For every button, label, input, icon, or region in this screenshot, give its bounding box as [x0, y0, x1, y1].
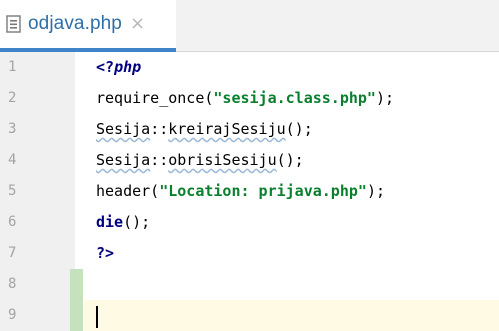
scope-operator: :: [150, 151, 169, 169]
line-number: 1 [8, 59, 17, 75]
tab-label: odjava.php [28, 13, 122, 34]
code-line: 7 ?> [0, 238, 499, 269]
punctuation: (); [285, 120, 313, 138]
close-icon[interactable]: × [130, 15, 145, 33]
string-literal: "Location: prijava.php" [159, 182, 367, 200]
line-number: 6 [8, 214, 17, 230]
scope-operator: :: [150, 120, 169, 138]
code-line: 6 die(); [0, 207, 499, 238]
code-text: Sesija::obrisiSesiju(); [96, 145, 304, 176]
text-cursor [96, 306, 98, 328]
line-number: 2 [8, 90, 17, 106]
line-number: 4 [8, 152, 17, 168]
line-number: 7 [8, 245, 17, 261]
code-text: header("Location: prijava.php"); [96, 176, 385, 207]
method-name: obrisiSesiju [168, 151, 277, 169]
line-number: 8 [8, 276, 17, 292]
code-text: require_once("sesija.class.php"); [96, 83, 394, 114]
punctuation: (); [276, 151, 304, 169]
tab-odjava-php[interactable]: odjava.php × [0, 0, 176, 52]
line-number: 9 [8, 307, 17, 323]
string-literal: "sesija.class.php" [213, 89, 376, 107]
editor-tab-bar: odjava.php × [0, 0, 499, 52]
code-line: 4 Sesija::obrisiSesiju(); [0, 145, 499, 176]
line-number: 5 [8, 183, 17, 199]
function-call: header( [96, 182, 160, 200]
code-text: <?php [96, 52, 141, 83]
code-line: 3 Sesija::kreirajSesiju(); [0, 114, 499, 145]
code-line: 8 [0, 269, 499, 300]
code-text: ?> [96, 238, 114, 269]
line-number: 3 [8, 121, 17, 137]
class-name: Sesija [96, 151, 151, 169]
keyword-die: die [96, 213, 124, 231]
php-open-tag: <? [96, 58, 115, 76]
code-line: 2 require_once("sesija.class.php"); [0, 83, 499, 114]
punctuation: ); [375, 89, 395, 107]
code-line: 5 header("Location: prijava.php"); [0, 176, 499, 207]
code-line: 9 [0, 300, 499, 331]
punctuation: (); [123, 213, 151, 231]
function-call: require_once( [96, 89, 214, 107]
class-name: Sesija [96, 120, 151, 138]
code-text: die(); [96, 207, 150, 238]
php-close-tag: ?> [96, 244, 115, 262]
php-keyword: php [114, 58, 142, 76]
method-name: kreirajSesiju [168, 120, 286, 138]
document-icon [6, 15, 22, 33]
code-editor[interactable]: 1 <?php 2 require_once("sesija.class.php… [0, 52, 499, 331]
code-line: 1 <?php [0, 52, 499, 83]
punctuation: ); [366, 182, 385, 200]
code-text: Sesija::kreirajSesiju(); [96, 114, 313, 145]
